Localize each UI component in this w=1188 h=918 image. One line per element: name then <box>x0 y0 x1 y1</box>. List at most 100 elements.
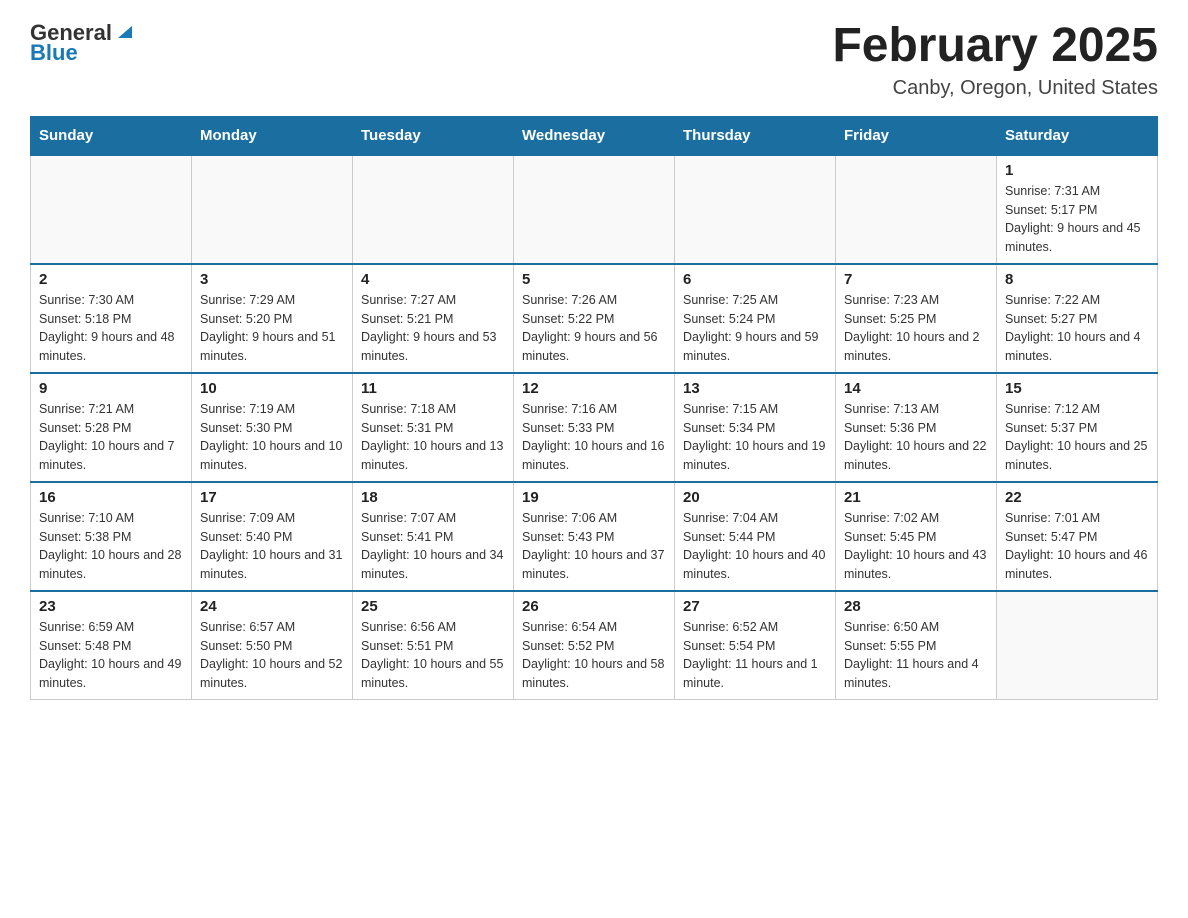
calendar-day-header: Thursday <box>675 116 836 155</box>
day-info: Sunrise: 7:31 AMSunset: 5:17 PMDaylight:… <box>1005 182 1149 257</box>
calendar-day-cell: 14 Sunrise: 7:13 AMSunset: 5:36 PMDayligh… <box>836 373 997 482</box>
day-number: 5 <box>522 271 666 288</box>
day-info: Sunrise: 7:12 AMSunset: 5:37 PMDaylight:… <box>1005 400 1149 475</box>
page-subtitle: Canby, Oregon, United States <box>832 77 1158 100</box>
day-number: 17 <box>200 489 344 506</box>
day-info: Sunrise: 7:18 AMSunset: 5:31 PMDaylight:… <box>361 400 505 475</box>
calendar-day-cell: 18 Sunrise: 7:07 AMSunset: 5:41 PMDayligh… <box>353 482 514 591</box>
calendar-day-cell <box>675 155 836 264</box>
calendar-week-row: 1 Sunrise: 7:31 AMSunset: 5:17 PMDaylight… <box>31 155 1158 264</box>
day-info: Sunrise: 7:06 AMSunset: 5:43 PMDaylight:… <box>522 509 666 584</box>
calendar-day-cell: 22 Sunrise: 7:01 AMSunset: 5:47 PMDayligh… <box>997 482 1158 591</box>
day-info: Sunrise: 7:25 AMSunset: 5:24 PMDaylight:… <box>683 291 827 366</box>
calendar-day-cell <box>997 591 1158 700</box>
calendar-day-cell <box>836 155 997 264</box>
day-number: 15 <box>1005 380 1149 397</box>
calendar-table: SundayMondayTuesdayWednesdayThursdayFrid… <box>30 116 1158 700</box>
day-info: Sunrise: 7:10 AMSunset: 5:38 PMDaylight:… <box>39 509 183 584</box>
calendar-day-cell <box>192 155 353 264</box>
logo-triangle-icon <box>114 20 136 42</box>
day-info: Sunrise: 6:52 AMSunset: 5:54 PMDaylight:… <box>683 618 827 693</box>
calendar-header-row: SundayMondayTuesdayWednesdayThursdayFrid… <box>31 116 1158 155</box>
day-number: 21 <box>844 489 988 506</box>
day-number: 27 <box>683 598 827 615</box>
day-info: Sunrise: 7:02 AMSunset: 5:45 PMDaylight:… <box>844 509 988 584</box>
calendar-day-cell <box>514 155 675 264</box>
day-number: 1 <box>1005 162 1149 179</box>
day-number: 12 <box>522 380 666 397</box>
calendar-day-header: Wednesday <box>514 116 675 155</box>
page-header: General Blue February 2025 Canby, Oregon… <box>30 20 1158 100</box>
calendar-week-row: 9 Sunrise: 7:21 AMSunset: 5:28 PMDaylight… <box>31 373 1158 482</box>
day-info: Sunrise: 7:16 AMSunset: 5:33 PMDaylight:… <box>522 400 666 475</box>
calendar-day-cell: 23Sunrise: 6:59 AMSunset: 5:48 PMDayligh… <box>31 591 192 700</box>
calendar-day-header: Monday <box>192 116 353 155</box>
calendar-day-cell: 16 Sunrise: 7:10 AMSunset: 5:38 PMDayligh… <box>31 482 192 591</box>
calendar-day-cell: 21 Sunrise: 7:02 AMSunset: 5:45 PMDayligh… <box>836 482 997 591</box>
calendar-day-cell: 17 Sunrise: 7:09 AMSunset: 5:40 PMDayligh… <box>192 482 353 591</box>
day-number: 9 <box>39 380 183 397</box>
calendar-week-row: 16 Sunrise: 7:10 AMSunset: 5:38 PMDayligh… <box>31 482 1158 591</box>
calendar-day-cell: 1 Sunrise: 7:31 AMSunset: 5:17 PMDaylight… <box>997 155 1158 264</box>
day-info: Sunrise: 7:19 AMSunset: 5:30 PMDaylight:… <box>200 400 344 475</box>
day-number: 16 <box>39 489 183 506</box>
calendar-day-header: Tuesday <box>353 116 514 155</box>
day-info: Sunrise: 7:21 AMSunset: 5:28 PMDaylight:… <box>39 400 183 475</box>
day-info: Sunrise: 7:13 AMSunset: 5:36 PMDaylight:… <box>844 400 988 475</box>
calendar-day-cell: 15 Sunrise: 7:12 AMSunset: 5:37 PMDayligh… <box>997 373 1158 482</box>
calendar-day-cell: 27 Sunrise: 6:52 AMSunset: 5:54 PMDayligh… <box>675 591 836 700</box>
day-number: 20 <box>683 489 827 506</box>
calendar-day-cell: 9 Sunrise: 7:21 AMSunset: 5:28 PMDaylight… <box>31 373 192 482</box>
day-number: 13 <box>683 380 827 397</box>
calendar-day-cell: 26 Sunrise: 6:54 AMSunset: 5:52 PMDayligh… <box>514 591 675 700</box>
day-info: Sunrise: 7:01 AMSunset: 5:47 PMDaylight:… <box>1005 509 1149 584</box>
day-number: 28 <box>844 598 988 615</box>
day-info: Sunrise: 7:15 AMSunset: 5:34 PMDaylight:… <box>683 400 827 475</box>
day-info: Sunrise: 6:50 AMSunset: 5:55 PMDaylight:… <box>844 618 988 693</box>
calendar-day-cell: 20 Sunrise: 7:04 AMSunset: 5:44 PMDayligh… <box>675 482 836 591</box>
title-block: February 2025 Canby, Oregon, United Stat… <box>832 20 1158 100</box>
day-number: 25 <box>361 598 505 615</box>
page-title: February 2025 <box>832 20 1158 73</box>
calendar-day-header: Friday <box>836 116 997 155</box>
day-number: 11 <box>361 380 505 397</box>
day-number: 2 <box>39 271 183 288</box>
day-info: Sunrise: 7:30 AMSunset: 5:18 PMDaylight:… <box>39 291 183 366</box>
calendar-day-cell: 13 Sunrise: 7:15 AMSunset: 5:34 PMDayligh… <box>675 373 836 482</box>
calendar-day-cell <box>353 155 514 264</box>
logo-blue-text: Blue <box>30 40 78 66</box>
calendar-day-cell: 25 Sunrise: 6:56 AMSunset: 5:51 PMDayligh… <box>353 591 514 700</box>
day-info: Sunrise: 7:27 AMSunset: 5:21 PMDaylight:… <box>361 291 505 366</box>
calendar-day-header: Sunday <box>31 116 192 155</box>
calendar-day-cell <box>31 155 192 264</box>
calendar-day-cell: 12 Sunrise: 7:16 AMSunset: 5:33 PMDayligh… <box>514 373 675 482</box>
day-number: 18 <box>361 489 505 506</box>
day-info: Sunrise: 6:56 AMSunset: 5:51 PMDaylight:… <box>361 618 505 693</box>
day-info: Sunrise: 7:04 AMSunset: 5:44 PMDaylight:… <box>683 509 827 584</box>
day-info: Sunrise: 7:07 AMSunset: 5:41 PMDaylight:… <box>361 509 505 584</box>
day-info: Sunrise: 6:54 AMSunset: 5:52 PMDaylight:… <box>522 618 666 693</box>
calendar-day-cell: 7Sunrise: 7:23 AMSunset: 5:25 PMDaylight… <box>836 264 997 373</box>
calendar-week-row: 23Sunrise: 6:59 AMSunset: 5:48 PMDayligh… <box>31 591 1158 700</box>
day-number: 26 <box>522 598 666 615</box>
calendar-day-cell: 4 Sunrise: 7:27 AMSunset: 5:21 PMDaylight… <box>353 264 514 373</box>
day-info: Sunrise: 7:09 AMSunset: 5:40 PMDaylight:… <box>200 509 344 584</box>
calendar-day-cell: 10Sunrise: 7:19 AMSunset: 5:30 PMDayligh… <box>192 373 353 482</box>
day-number: 22 <box>1005 489 1149 506</box>
day-info: Sunrise: 7:29 AMSunset: 5:20 PMDaylight:… <box>200 291 344 366</box>
logo: General Blue <box>30 20 136 66</box>
day-number: 14 <box>844 380 988 397</box>
day-info: Sunrise: 7:26 AMSunset: 5:22 PMDaylight:… <box>522 291 666 366</box>
calendar-day-cell: 6Sunrise: 7:25 AMSunset: 5:24 PMDaylight… <box>675 264 836 373</box>
day-number: 4 <box>361 271 505 288</box>
day-number: 19 <box>522 489 666 506</box>
calendar-day-cell: 24Sunrise: 6:57 AMSunset: 5:50 PMDayligh… <box>192 591 353 700</box>
calendar-week-row: 2 Sunrise: 7:30 AMSunset: 5:18 PMDaylight… <box>31 264 1158 373</box>
day-number: 7 <box>844 271 988 288</box>
calendar-day-cell: 3Sunrise: 7:29 AMSunset: 5:20 PMDaylight… <box>192 264 353 373</box>
calendar-day-cell: 2 Sunrise: 7:30 AMSunset: 5:18 PMDaylight… <box>31 264 192 373</box>
calendar-day-cell: 8Sunrise: 7:22 AMSunset: 5:27 PMDaylight… <box>997 264 1158 373</box>
day-number: 8 <box>1005 271 1149 288</box>
day-info: Sunrise: 6:57 AMSunset: 5:50 PMDaylight:… <box>200 618 344 693</box>
calendar-day-cell: 28 Sunrise: 6:50 AMSunset: 5:55 PMDayligh… <box>836 591 997 700</box>
